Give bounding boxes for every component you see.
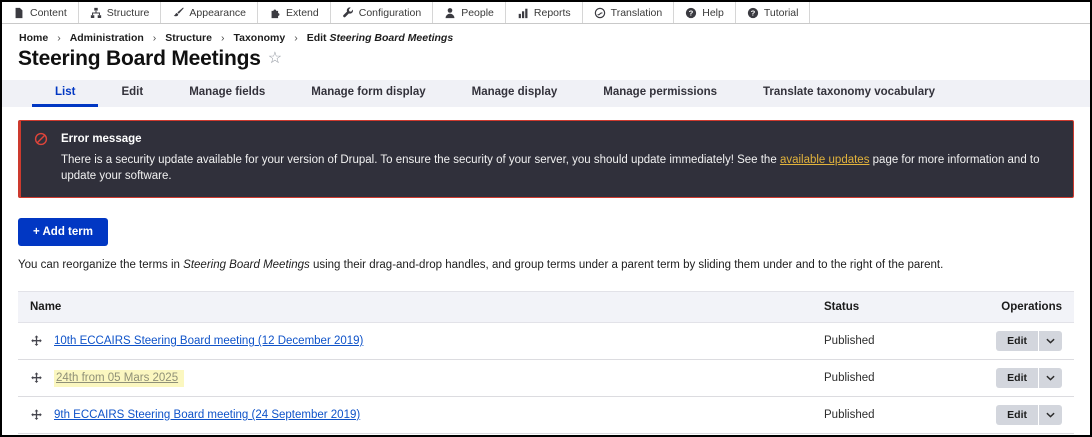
toolbar-item-label: People <box>461 7 494 19</box>
error-body: There is a security update available for… <box>61 153 1057 184</box>
error-message-box: Error message There is a security update… <box>18 120 1074 198</box>
question-icon: ? <box>747 7 759 19</box>
table-header-row: Name Status Operations <box>18 292 1074 323</box>
toolbar-item-translation[interactable]: Translation <box>583 2 675 23</box>
column-header-name: Name <box>18 292 812 323</box>
tab-edit[interactable]: Edit <box>98 80 166 107</box>
vocabulary-tabs: List Edit Manage fields Manage form disp… <box>2 80 1090 107</box>
chevron-down-icon <box>1039 371 1062 385</box>
column-header-operations: Operations <box>962 292 1074 323</box>
toolbar-item-label: Content <box>30 7 67 19</box>
term-status: Published <box>812 397 962 434</box>
breadcrumb-separator: › <box>221 32 225 44</box>
page-title: Steering Board Meetings <box>18 47 261 71</box>
term-status: Published <box>812 360 962 397</box>
term-link[interactable]: 10th ECCAIRS Steering Board meeting (12 … <box>54 335 363 347</box>
admin-toolbar: Content Structure Appearance Extend Conf… <box>2 2 1090 24</box>
table-row: 24th from 05 Mars 2025 Published Edit <box>18 360 1074 397</box>
breadcrumb-current: Edit Steering Board Meetings <box>307 32 453 44</box>
toolbar-item-content[interactable]: Content <box>2 2 79 23</box>
toolbar-item-label: Tutorial <box>764 7 799 19</box>
svg-text:?: ? <box>750 8 755 17</box>
toolbar-item-label: Appearance <box>189 7 246 19</box>
tab-manage-fields[interactable]: Manage fields <box>166 80 288 107</box>
chevron-down-icon <box>1039 408 1062 422</box>
toolbar-item-appearance[interactable]: Appearance <box>161 2 258 23</box>
tab-manage-form-display[interactable]: Manage form display <box>288 80 448 107</box>
breadcrumb-separator: › <box>153 32 157 44</box>
table-row: 9th ECCAIRS Steering Board meeting (24 S… <box>18 397 1074 434</box>
drag-handle-icon[interactable] <box>30 372 43 385</box>
breadcrumb-link-structure[interactable]: Structure <box>165 32 212 44</box>
file-icon <box>13 7 25 19</box>
table-row: 10th ECCAIRS Steering Board meeting (12 … <box>18 323 1074 360</box>
breadcrumb: Home › Administration › Structure › Taxo… <box>19 32 1090 44</box>
column-header-status: Status <box>812 292 962 323</box>
error-title: Error message <box>61 133 142 145</box>
edit-dropdown[interactable]: Edit <box>996 331 1062 351</box>
toolbar-item-label: Help <box>702 7 724 19</box>
term-status: Published <box>812 323 962 360</box>
edit-dropdown[interactable]: Edit <box>996 368 1062 388</box>
favorite-star-icon[interactable]: ☆ <box>268 51 282 67</box>
add-term-button[interactable]: + Add term <box>18 218 108 246</box>
drag-handle-icon[interactable] <box>30 335 43 348</box>
toolbar-item-reports[interactable]: Reports <box>506 2 583 23</box>
tab-list[interactable]: List <box>32 80 98 107</box>
people-icon <box>444 7 456 19</box>
chevron-down-icon <box>1039 334 1062 348</box>
toolbar-item-label: Structure <box>107 7 150 19</box>
globe-arrows-icon <box>594 7 606 19</box>
drag-handle-icon[interactable] <box>30 409 43 422</box>
wrench-icon <box>342 7 354 19</box>
toolbar-item-people[interactable]: People <box>433 2 506 23</box>
breadcrumb-link-home[interactable]: Home <box>19 32 48 44</box>
toolbar-item-tutorial[interactable]: ? Tutorial <box>736 2 811 23</box>
term-link-highlighted[interactable]: 24th from 05 Mars 2025 <box>54 370 184 387</box>
breadcrumb-link-administration[interactable]: Administration <box>70 32 144 44</box>
toolbar-item-label: Configuration <box>359 7 421 19</box>
tab-manage-display[interactable]: Manage display <box>449 80 581 107</box>
breadcrumb-separator: › <box>294 32 298 44</box>
terms-table: Name Status Operations 10th ECCAIRS Stee… <box>18 291 1074 434</box>
reorganize-instruction: You can reorganize the terms in Steering… <box>18 259 1074 271</box>
edit-dropdown[interactable]: Edit <box>996 405 1062 425</box>
toolbar-item-extend[interactable]: Extend <box>258 2 331 23</box>
toolbar-item-structure[interactable]: Structure <box>79 2 162 23</box>
tab-manage-permissions[interactable]: Manage permissions <box>580 80 740 107</box>
svg-text:?: ? <box>689 8 694 17</box>
sitemap-icon <box>90 7 102 19</box>
tab-translate-taxonomy-vocabulary[interactable]: Translate taxonomy vocabulary <box>740 80 958 107</box>
term-link[interactable]: 9th ECCAIRS Steering Board meeting (24 S… <box>54 409 360 421</box>
error-icon <box>34 132 48 146</box>
toolbar-item-help[interactable]: ? Help <box>674 2 736 23</box>
toolbar-item-label: Reports <box>534 7 571 19</box>
toolbar-item-configuration[interactable]: Configuration <box>331 2 433 23</box>
breadcrumb-separator: › <box>57 32 61 44</box>
paintbrush-icon <box>172 7 184 19</box>
question-icon: ? <box>685 7 697 19</box>
toolbar-item-label: Extend <box>286 7 319 19</box>
available-updates-link[interactable]: available updates <box>780 154 870 166</box>
bar-chart-icon <box>517 7 529 19</box>
puzzle-icon <box>269 7 281 19</box>
drupal-admin-window: Content Structure Appearance Extend Conf… <box>0 0 1092 437</box>
breadcrumb-link-taxonomy[interactable]: Taxonomy <box>233 32 285 44</box>
toolbar-item-label: Translation <box>611 7 663 19</box>
